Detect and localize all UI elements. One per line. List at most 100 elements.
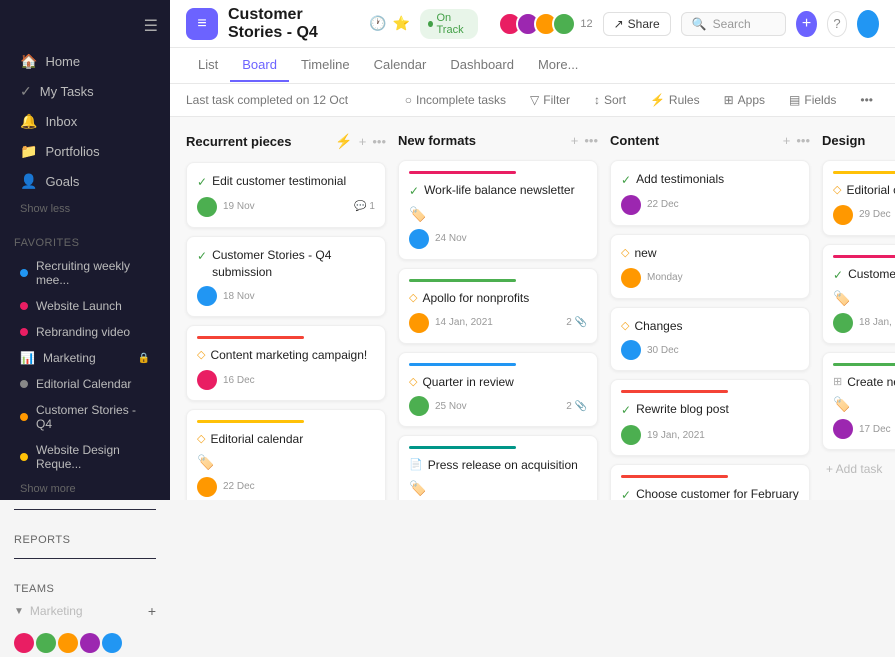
tab-timeline[interactable]: Timeline xyxy=(289,49,362,82)
card-date: 18 Nov xyxy=(223,291,255,302)
ellipsis-icon: ••• xyxy=(860,93,873,107)
color-bar xyxy=(409,279,516,282)
sidebar-header: ☰ xyxy=(0,10,170,42)
sidebar-item-rebranding[interactable]: Rebranding video xyxy=(6,320,164,344)
check-circle-icon: ✓ xyxy=(621,402,631,419)
sidebar-item-editorial[interactable]: Editorial Calendar xyxy=(6,372,164,396)
card-avatar xyxy=(197,477,217,497)
card-date: 17 Dec xyxy=(859,424,891,435)
card-work-life[interactable]: ✓ Work-life balance newsletter 🏷️ 24 Nov xyxy=(398,160,598,260)
card-rewrite-blog[interactable]: ✓ Rewrite blog post 19 Jan, 2021 xyxy=(610,379,810,456)
avatar-count: 12 xyxy=(580,18,592,30)
teams-row: Teams xyxy=(14,573,156,599)
sidebar-item-home[interactable]: 🏠 Home xyxy=(6,47,164,76)
sort-icon: ↕ xyxy=(594,93,600,107)
col-add-action[interactable]: + xyxy=(359,134,367,149)
col-add-action[interactable]: + xyxy=(783,133,791,148)
add-card-design[interactable]: + Add task xyxy=(822,458,895,480)
tab-more[interactable]: More... xyxy=(526,49,590,82)
card-quarter-review[interactable]: ◇ Quarter in review 25 Nov 2 📎 xyxy=(398,352,598,428)
card-avatar xyxy=(409,229,429,249)
col-more-action[interactable]: ••• xyxy=(796,133,810,148)
sidebar-item-inbox[interactable]: 🔔 Inbox xyxy=(6,107,164,136)
card-add-testimonials[interactable]: ✓ Add testimonials 22 Dec xyxy=(610,160,810,226)
team-plus-icon[interactable]: + xyxy=(148,603,156,619)
tab-dashboard[interactable]: Dashboard xyxy=(438,49,526,82)
sidebar-item-recruiting[interactable]: Recruiting weekly mee... xyxy=(6,254,164,292)
tab-board[interactable]: Board xyxy=(230,49,289,82)
sidebar-item-my-tasks[interactable]: ✓ My Tasks xyxy=(6,77,164,106)
diamond-icon: ◇ xyxy=(833,183,841,198)
sidebar-item-website-launch[interactable]: Website Launch xyxy=(6,294,164,318)
show-less-link[interactable]: Show less xyxy=(6,199,164,219)
card-title: ✓ Choose customer for February spotlight xyxy=(621,486,799,500)
card-avatar xyxy=(409,396,429,416)
marketing-team-row[interactable]: ▼ Marketing + xyxy=(14,599,156,623)
sidebar-item-website-design[interactable]: Website Design Reque... xyxy=(6,438,164,476)
col-add-action[interactable]: + xyxy=(571,133,579,148)
card-changes[interactable]: ◇ Changes 30 Dec xyxy=(610,307,810,372)
filter-btn[interactable]: ▽ Filter xyxy=(524,90,576,110)
more-btn[interactable]: ••• xyxy=(854,90,879,110)
card-title: ◇ Editorial calendar xyxy=(197,431,375,448)
tab-list[interactable]: List xyxy=(186,49,230,82)
card-title: ✓ Add testimonials xyxy=(621,171,799,189)
rules-btn[interactable]: ⚡ Rules xyxy=(644,90,706,110)
check-circle-icon: ✓ xyxy=(197,248,207,265)
tab-calendar[interactable]: Calendar xyxy=(362,49,439,82)
check-circle-icon: ✓ xyxy=(197,174,207,191)
add-button[interactable]: + xyxy=(796,11,816,37)
color-bar xyxy=(833,255,895,258)
column-header-design: Design + ••• xyxy=(822,129,895,152)
apps-btn[interactable]: ⊞ Apps xyxy=(718,90,771,110)
fav-dot xyxy=(20,413,28,421)
card-avatar xyxy=(833,205,853,225)
check-icon: ✓ xyxy=(20,83,32,100)
team-name: Marketing xyxy=(30,604,83,618)
card-date: 25 Nov xyxy=(435,401,467,412)
sidebar-nav: 🏠 Home ✓ My Tasks 🔔 Inbox 📁 Portfolios 👤… xyxy=(0,46,170,197)
card-content-marketing[interactable]: ◇ Content marketing campaign! 16 Dec xyxy=(186,325,386,401)
fields-btn[interactable]: ▤ Fields xyxy=(783,90,842,110)
card-edit-testimonial[interactable]: ✓ Edit customer testimonial 19 Nov 💬 1 xyxy=(186,162,386,228)
sidebar-item-customer-stories[interactable]: Customer Stories - Q4 xyxy=(6,398,164,436)
card-choose-customer[interactable]: ✓ Choose customer for February spotlight xyxy=(610,464,810,500)
column-design: Design + ••• ◇ Editorial cale... 29 Dec xyxy=(822,129,895,488)
share-button[interactable]: ↗ Share xyxy=(603,12,671,36)
card-title: ✓ Customer Stories - Q4 submission xyxy=(197,247,375,281)
card-avatar xyxy=(833,419,853,439)
star-icon[interactable]: ⭐ xyxy=(393,15,410,32)
card-date: 24 Nov xyxy=(435,233,467,244)
card-title: ✓ Rewrite blog post xyxy=(621,401,799,419)
card-editorial-calendar[interactable]: ◇ Editorial calendar 🏷️ 22 Dec xyxy=(186,409,386,500)
card-title: ◇ new xyxy=(621,245,799,262)
diamond-icon: ◇ xyxy=(197,432,205,447)
card-apollo[interactable]: ◇ Apollo for nonprofits 14 Jan, 2021 2 📎 xyxy=(398,268,598,344)
card-editorial-cale[interactable]: ◇ Editorial cale... 29 Dec xyxy=(822,160,895,236)
sidebar-item-portfolios[interactable]: 📁 Portfolios xyxy=(6,137,164,166)
col-more-action[interactable]: ••• xyxy=(372,134,386,149)
card-customer-stories-sub[interactable]: ✓ Customer Stories - Q4 submission 18 No… xyxy=(186,236,386,318)
grid-icon: ⊞ xyxy=(833,375,842,390)
bell-icon: 🔔 xyxy=(20,113,37,130)
show-more-link[interactable]: Show more xyxy=(6,479,164,499)
incomplete-tasks-btn[interactable]: ○ Incomplete tasks xyxy=(399,90,512,110)
card-create-new-in[interactable]: ⊞ Create new in... 🏷️ 17 Dec xyxy=(822,352,895,451)
card-new[interactable]: ◇ new Monday xyxy=(610,234,810,299)
sort-btn[interactable]: ↕ Sort xyxy=(588,90,632,110)
card-customer-spo[interactable]: ✓ Customer spo... 🏷️ 18 Jan, 2021 xyxy=(822,244,895,344)
card-footer: Monday xyxy=(621,268,799,288)
help-button[interactable]: ? xyxy=(827,11,848,37)
hamburger-icon[interactable]: ☰ xyxy=(144,16,158,36)
avatar xyxy=(552,12,576,36)
col-more-action[interactable]: ••• xyxy=(584,133,598,148)
toolbar: Last task completed on 12 Oct ○ Incomple… xyxy=(170,84,895,117)
card-avatar xyxy=(197,286,217,306)
card-press-release[interactable]: 📄 Press release on acquisition 🏷️ 23 Dec… xyxy=(398,435,598,500)
card-badge: 2 📎 xyxy=(566,317,587,328)
color-bar xyxy=(197,336,304,339)
sidebar-item-marketing[interactable]: 📊 Marketing 🔒 xyxy=(6,346,164,370)
search-box[interactable]: 🔍 Search xyxy=(681,12,787,36)
sidebar-item-goals[interactable]: 👤 Goals xyxy=(6,167,164,196)
apps-icon: ⊞ xyxy=(724,93,734,107)
